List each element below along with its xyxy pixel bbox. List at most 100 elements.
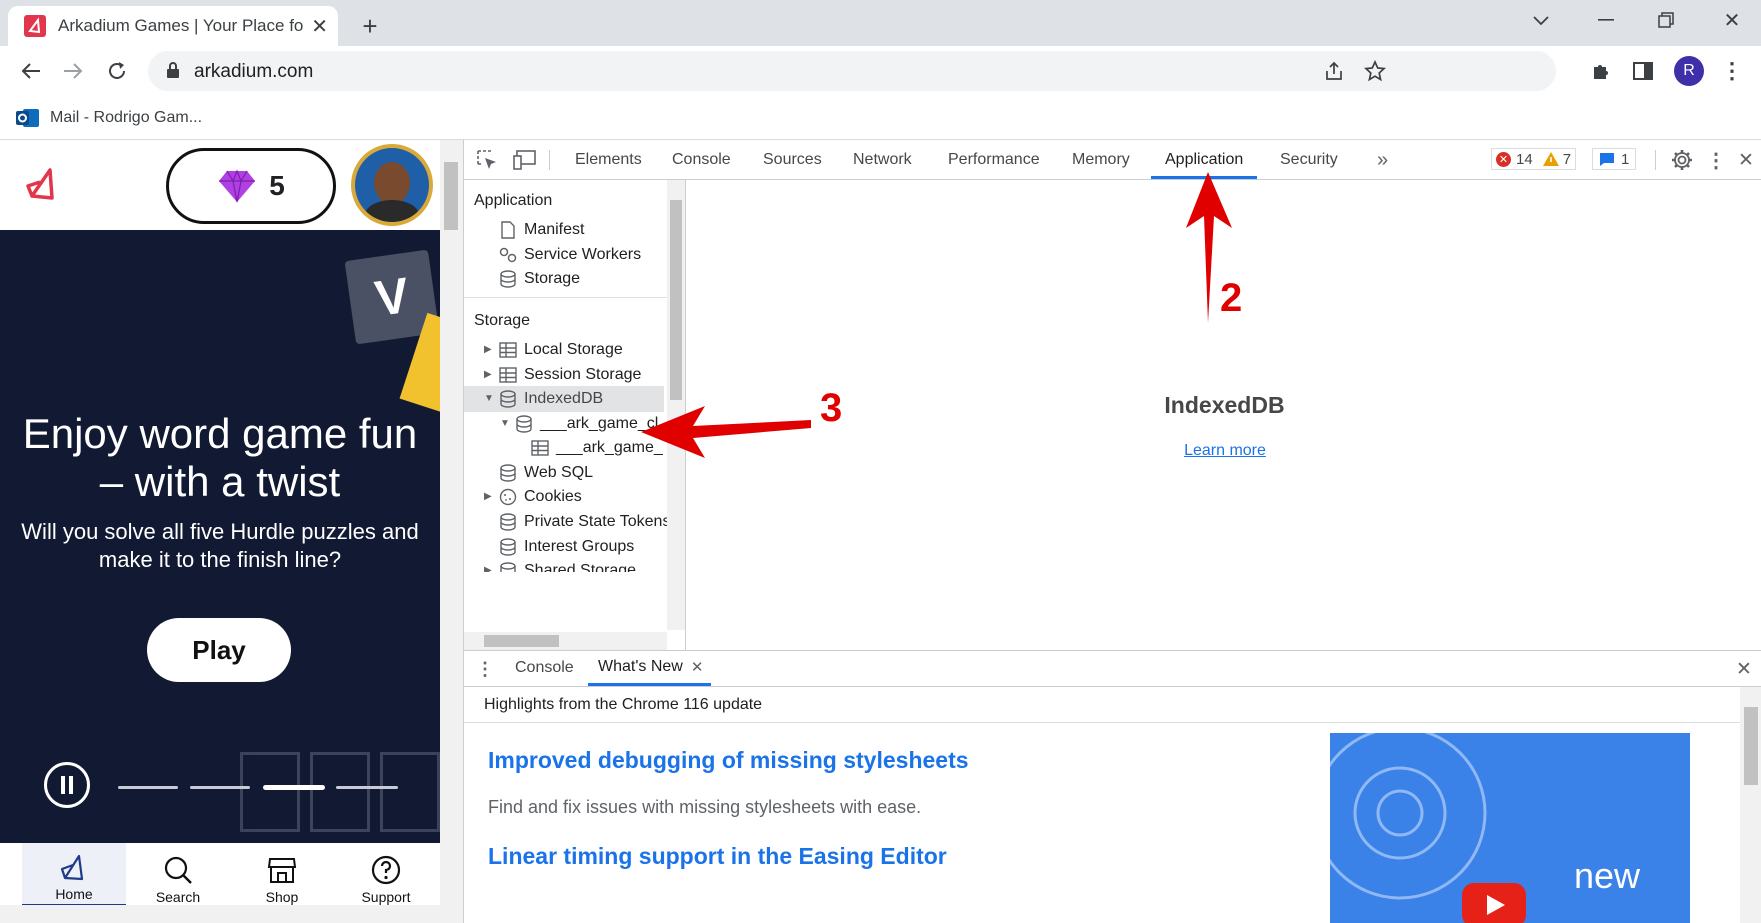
highlights-header: Highlights from the Chrome 116 update: [464, 687, 1740, 723]
sidebar-divider: [464, 297, 685, 298]
drawer-vertical-scrollbar[interactable]: [1740, 687, 1761, 923]
devtools-menu-icon[interactable]: ⋮: [1706, 147, 1726, 173]
sidebar-label-local-storage: Local Storage: [524, 341, 623, 358]
user-avatar[interactable]: [351, 144, 433, 226]
sidebar-scroll-thumb[interactable]: [670, 200, 682, 400]
carousel-indicator-2[interactable]: [190, 786, 250, 789]
restore-button[interactable]: [1646, 4, 1686, 36]
database-icon: [516, 415, 532, 433]
database-icon: [500, 513, 516, 531]
page-horizontal-scrollbar[interactable]: [0, 905, 440, 923]
tab-search-icon[interactable]: [1526, 6, 1556, 36]
profile-avatar[interactable]: R: [1674, 56, 1704, 86]
page-scroll-thumb[interactable]: [444, 162, 458, 230]
sidebar-item-storage-app[interactable]: Storage: [498, 266, 678, 292]
warning-icon: [1542, 152, 1559, 166]
nav-support[interactable]: Support: [334, 843, 438, 907]
close-drawer-icon[interactable]: ✕: [1732, 656, 1756, 682]
sidebar-label-cookies: Cookies: [524, 488, 582, 505]
carousel-indicator-1[interactable]: [118, 786, 178, 789]
bookmark-mail-label: Mail - Rodrigo Gam...: [50, 109, 203, 126]
close-devtools-icon[interactable]: ✕: [1734, 147, 1758, 173]
arkadium-logo-icon[interactable]: [24, 166, 58, 202]
database-icon: [500, 538, 516, 556]
browser-toolbar: arkadium.com R ⋮: [0, 46, 1761, 96]
bookmark-star-icon[interactable]: [1364, 60, 1386, 82]
back-button[interactable]: [14, 54, 48, 88]
tab-console[interactable]: Console: [672, 140, 731, 180]
issues-counter[interactable]: ✕ 14 7: [1491, 148, 1577, 170]
drawer-tab-whats-new[interactable]: What's New ✕: [588, 651, 712, 686]
sidebar-hscroll-thumb[interactable]: [484, 635, 559, 647]
pause-icon: [61, 776, 73, 794]
info-counter[interactable]: 1: [1592, 148, 1637, 170]
bookmarks-bar: Mail - Rodrigo Gam...: [0, 96, 1761, 140]
whats-new-item-title-1[interactable]: Improved debugging of missing stylesheet…: [488, 747, 969, 774]
tab-sources[interactable]: Sources: [763, 140, 822, 180]
browser-menu-icon[interactable]: ⋮: [1718, 54, 1746, 88]
page-vertical-scrollbar[interactable]: [440, 140, 463, 923]
close-window-button[interactable]: ✕: [1712, 4, 1752, 36]
collapse-arrow-icon[interactable]: ▼: [500, 411, 510, 437]
browser-tab[interactable]: Arkadium Games | Your Place for Games ✕: [8, 6, 338, 46]
sidebar-horizontal-scrollbar[interactable]: [464, 632, 667, 650]
cookie-icon: [499, 488, 517, 506]
collapse-arrow-icon[interactable]: ▼: [484, 386, 494, 412]
whats-new-item-title-2[interactable]: Linear timing support in the Easing Edit…: [488, 843, 947, 870]
drawer-menu-icon[interactable]: ⋮: [476, 656, 494, 682]
nav-shop-label: Shop: [265, 889, 299, 905]
nav-search[interactable]: Search: [126, 843, 230, 907]
tab-elements[interactable]: Elements: [575, 140, 642, 180]
sidebar-item-shared-storage[interactable]: ▶ Shared Storage: [484, 558, 684, 572]
new-tab-button[interactable]: +: [354, 10, 386, 42]
expand-arrow-icon[interactable]: ▶: [484, 484, 492, 510]
sidebar-item-service-workers[interactable]: Service Workers: [498, 242, 678, 268]
share-icon[interactable]: [1324, 61, 1344, 81]
more-tabs-icon[interactable]: »: [1377, 140, 1388, 180]
error-icon: ✕: [1496, 151, 1511, 167]
drawer-scroll-thumb[interactable]: [1744, 707, 1758, 785]
sidebar-item-session-storage[interactable]: ▶ Session Storage: [484, 362, 684, 388]
hero-subtitle: Will you solve all five Hurdle puzzles a…: [21, 519, 419, 572]
bookmark-mail[interactable]: Mail - Rodrigo Gam...: [16, 104, 202, 132]
tab-memory[interactable]: Memory: [1072, 140, 1130, 180]
nav-shop[interactable]: Shop: [230, 843, 334, 907]
sidebar-item-interest-groups[interactable]: Interest Groups: [498, 534, 678, 560]
whats-new-thumbnail[interactable]: new: [1330, 733, 1690, 923]
carousel-indicator-4[interactable]: [336, 786, 398, 789]
device-toolbar-icon[interactable]: [513, 150, 537, 170]
settings-gear-icon[interactable]: [1671, 149, 1693, 171]
close-tab-icon[interactable]: ✕: [311, 14, 328, 39]
learn-more-link[interactable]: Learn more: [1184, 442, 1266, 460]
inspect-element-icon[interactable]: [476, 149, 498, 171]
sidebar-label-shared-storage: Shared Storage: [524, 562, 637, 572]
expand-arrow-icon[interactable]: ▶: [484, 362, 492, 388]
pause-button[interactable]: [44, 762, 90, 808]
extensions-icon[interactable]: [1584, 54, 1618, 88]
tab-title: Arkadium Games | Your Place for Games: [58, 16, 304, 35]
play-button[interactable]: Play: [147, 618, 291, 682]
sidebar-item-manifest[interactable]: Manifest: [498, 217, 678, 243]
side-panel-icon[interactable]: [1626, 54, 1660, 88]
tab-performance[interactable]: Performance: [948, 140, 1040, 180]
sidebar-item-private-state-tokens[interactable]: Private State Tokens: [498, 509, 685, 535]
minimize-button[interactable]: [1586, 4, 1626, 36]
close-whats-new-icon[interactable]: ✕: [691, 658, 704, 676]
carousel-indicator-3[interactable]: [263, 785, 325, 790]
nav-home[interactable]: Home: [22, 843, 126, 907]
address-bar[interactable]: arkadium.com: [148, 51, 1556, 91]
sidebar-item-local-storage[interactable]: ▶ Local Storage: [484, 337, 684, 363]
gem-icon: [219, 169, 256, 203]
drawer-tab-console[interactable]: Console: [515, 659, 574, 677]
sidebar-item-web-sql[interactable]: Web SQL: [498, 460, 678, 486]
gems-count: 5: [269, 170, 285, 201]
reload-button[interactable]: [100, 54, 134, 88]
gems-counter[interactable]: 5: [166, 148, 336, 224]
expand-arrow-icon[interactable]: ▶: [484, 337, 492, 363]
forward-button[interactable]: [56, 54, 90, 88]
tab-security[interactable]: Security: [1280, 140, 1338, 180]
sidebar-item-indexeddb[interactable]: ▼ IndexedDB: [464, 386, 664, 412]
expand-arrow-icon[interactable]: ▶: [484, 558, 492, 572]
tab-network[interactable]: Network: [853, 140, 912, 180]
sidebar-item-cookies[interactable]: ▶ Cookies: [484, 484, 684, 510]
